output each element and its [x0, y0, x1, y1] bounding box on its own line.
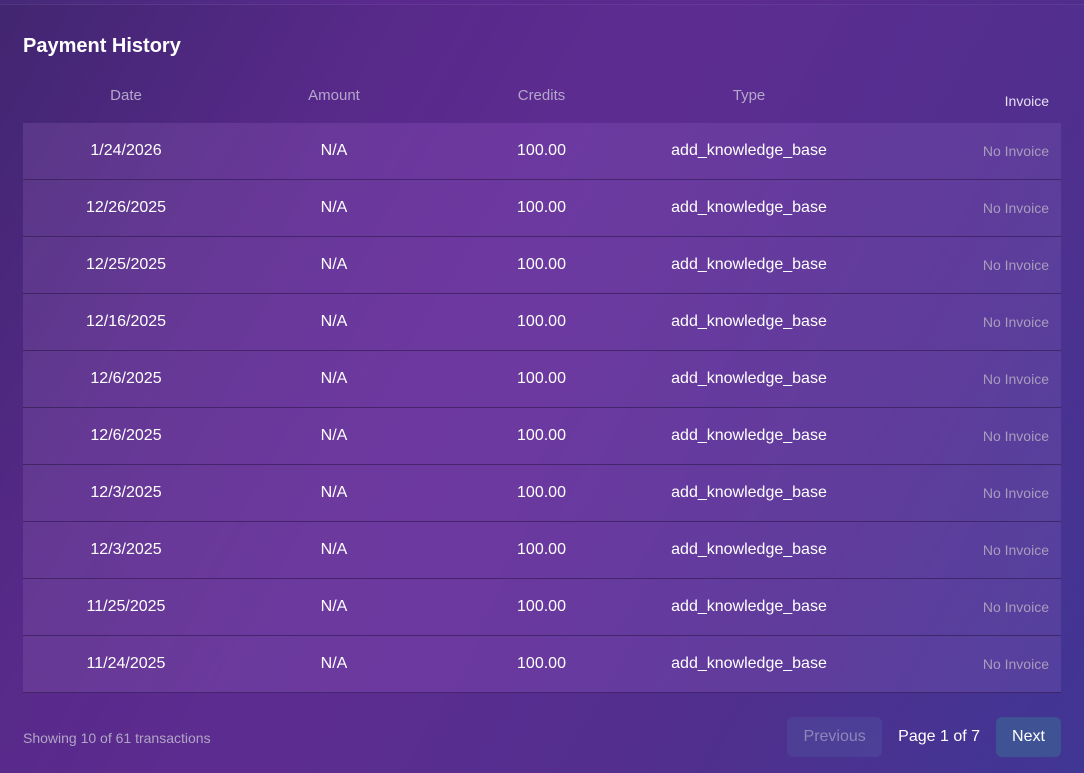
- cell-amount: N/A: [320, 427, 348, 444]
- page-indicator: Page 1 of 7: [898, 728, 980, 745]
- cell-amount: N/A: [320, 142, 348, 159]
- cell-invoice: No Invoice: [982, 485, 1049, 501]
- previous-button[interactable]: Previous: [787, 717, 883, 757]
- cell-credits: 100.00: [517, 655, 566, 672]
- cell-date: 11/24/2025: [86, 655, 166, 672]
- cell-credits: 100.00: [517, 199, 566, 216]
- cell-date: 12/3/2025: [90, 484, 162, 501]
- table-row: 12/25/2025 N/A 100.00 add_knowledge_base…: [23, 237, 1061, 294]
- table-row: 12/3/2025 N/A 100.00 add_knowledge_base …: [23, 465, 1061, 522]
- cell-type: add_knowledge_base: [671, 313, 827, 330]
- cell-invoice: No Invoice: [982, 599, 1049, 615]
- cell-amount: N/A: [320, 256, 348, 273]
- showing-count: Showing 10 of 61 transactions: [23, 730, 211, 746]
- cell-invoice: No Invoice: [982, 428, 1049, 444]
- cell-invoice: No Invoice: [982, 656, 1049, 672]
- cell-type: add_knowledge_base: [671, 370, 827, 387]
- cell-credits: 100.00: [517, 256, 566, 273]
- cell-amount: N/A: [320, 541, 348, 558]
- cell-invoice: No Invoice: [982, 314, 1049, 330]
- cell-credits: 100.00: [517, 370, 566, 387]
- table-row: 12/3/2025 N/A 100.00 add_knowledge_base …: [23, 522, 1061, 579]
- cell-type: add_knowledge_base: [671, 484, 827, 501]
- payment-history-panel: Payment History Date Amount Credits Type…: [0, 4, 1084, 773]
- cell-credits: 100.00: [517, 541, 566, 558]
- table-footer: Showing 10 of 61 transactions Previous P…: [23, 717, 1061, 757]
- cell-amount: N/A: [320, 199, 348, 216]
- cell-date: 12/26/2025: [85, 199, 167, 216]
- cell-type: add_knowledge_base: [671, 541, 827, 558]
- table-row: 12/26/2025 N/A 100.00 add_knowledge_base…: [23, 180, 1061, 237]
- cell-credits: 100.00: [517, 142, 566, 159]
- cell-amount: N/A: [320, 598, 348, 615]
- cell-invoice: No Invoice: [982, 143, 1049, 159]
- table-row: 12/6/2025 N/A 100.00 add_knowledge_base …: [23, 408, 1061, 465]
- column-header-invoice: Invoice: [1004, 93, 1049, 109]
- cell-type: add_knowledge_base: [671, 598, 827, 615]
- cell-amount: N/A: [320, 370, 348, 387]
- cell-date: 12/25/2025: [85, 256, 167, 273]
- table-row: 11/24/2025 N/A 100.00 add_knowledge_base…: [23, 636, 1061, 693]
- cell-type: add_knowledge_base: [671, 256, 827, 273]
- cell-credits: 100.00: [517, 598, 566, 615]
- cell-date: 12/3/2025: [90, 541, 162, 558]
- cell-credits: 100.00: [517, 427, 566, 444]
- cell-amount: N/A: [320, 313, 348, 330]
- table-row: 11/25/2025 N/A 100.00 add_knowledge_base…: [23, 579, 1061, 636]
- cell-date: 1/24/2026: [90, 142, 162, 159]
- cell-type: add_knowledge_base: [671, 427, 827, 444]
- table-row: 1/24/2026 N/A 100.00 add_knowledge_base …: [23, 123, 1061, 180]
- table-row: 12/16/2025 N/A 100.00 add_knowledge_base…: [23, 294, 1061, 351]
- column-header-credits: Credits: [517, 87, 566, 104]
- column-header-type: Type: [732, 87, 766, 104]
- table-body: 1/24/2026 N/A 100.00 add_knowledge_base …: [23, 123, 1061, 693]
- transactions-table: Date Amount Credits Type Invoice 1/24/20…: [23, 75, 1061, 693]
- pagination: Previous Page 1 of 7 Next: [787, 717, 1061, 757]
- cell-amount: N/A: [320, 655, 348, 672]
- column-header-date: Date: [110, 87, 142, 104]
- table-row: 12/6/2025 N/A 100.00 add_knowledge_base …: [23, 351, 1061, 408]
- cell-type: add_knowledge_base: [671, 655, 827, 672]
- cell-amount: N/A: [320, 484, 348, 501]
- cell-invoice: No Invoice: [982, 257, 1049, 273]
- table-header: Date Amount Credits Type Invoice: [23, 75, 1061, 123]
- cell-credits: 100.00: [517, 484, 566, 501]
- cell-type: add_knowledge_base: [671, 199, 827, 216]
- cell-invoice: No Invoice: [982, 371, 1049, 387]
- next-button[interactable]: Next: [996, 717, 1061, 757]
- page-title: Payment History: [23, 35, 181, 57]
- cell-date: 11/25/2025: [86, 598, 166, 615]
- cell-invoice: No Invoice: [982, 200, 1049, 216]
- cell-type: add_knowledge_base: [671, 142, 827, 159]
- column-header-amount: Amount: [308, 87, 360, 104]
- cell-date: 12/6/2025: [90, 427, 162, 444]
- cell-credits: 100.00: [517, 313, 566, 330]
- cell-date: 12/6/2025: [90, 370, 162, 387]
- cell-date: 12/16/2025: [85, 313, 167, 330]
- cell-invoice: No Invoice: [982, 542, 1049, 558]
